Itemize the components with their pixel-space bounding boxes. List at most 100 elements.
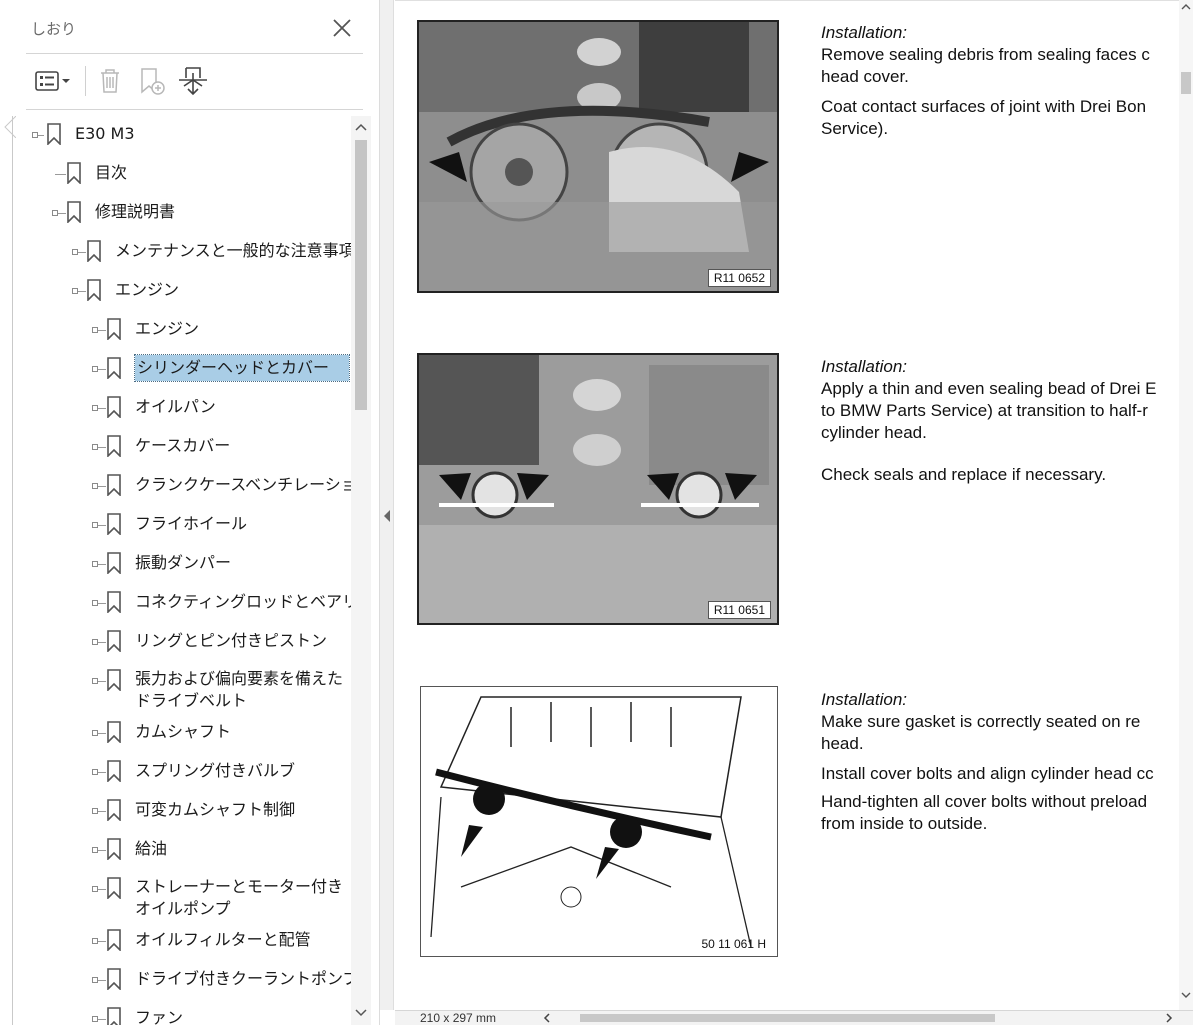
bookmark-icon [47,123,61,145]
bookmark-item[interactable]: 張力および偏向要素を備えたドライブベルト [13,669,352,714]
instruction-text: Install cover bolts and align cylinder h… [821,764,1154,783]
status-bar: 210 x 297 mm [395,1010,1193,1025]
bookmark-item[interactable]: 振動ダンパー [13,552,343,574]
bookmark-item-selected[interactable]: シリンダーヘッドとカバー [13,354,352,382]
bookmark-item[interactable]: フライホイール [13,513,343,535]
scroll-up-icon[interactable] [1181,2,1191,12]
bookmark-icon [107,318,121,340]
options-menu-button[interactable] [33,64,73,98]
bookmark-icon [87,279,101,301]
bookmark-item[interactable]: 目次 [13,162,343,184]
bookmark-item[interactable]: 給油 [13,838,343,860]
bookmark-icon [107,721,121,743]
panel-title: しおり [31,20,77,38]
toolbar-separator [26,53,363,54]
figure-label: 50 11 061 H [701,937,767,951]
scroll-right-icon[interactable] [1163,1012,1175,1024]
document-vertical-scrollbar[interactable] [1179,0,1193,1010]
bookmark-icon [107,968,121,990]
bookmark-item[interactable]: ファン [13,1007,343,1025]
instruction-block: Installation: Remove sealing debris from… [821,22,1179,148]
bookmark-item[interactable]: クランクケースベンチレーション [13,474,352,496]
scroll-down-icon[interactable] [354,1006,368,1020]
scrollbar-thumb[interactable] [355,140,367,410]
bookmark-search-icon [179,67,207,96]
panel-collapse-handle[interactable] [380,0,394,1010]
instruction-heading: Installation: [821,690,907,709]
bookmark-item[interactable]: スプリング付きバルブ [13,760,343,782]
instruction-heading: Installation: [821,357,907,376]
bookmarks-panel: しおり E30 M3 目次 修理説明書 メンテナンスと一般的な注意事項 エンジン… [0,0,380,1025]
bookmark-item[interactable]: ケースカバー [13,435,343,457]
bookmark-icon [107,669,121,691]
bookmark-item[interactable]: リングとピン付きピストン [13,630,343,652]
scrollbar-thumb[interactable] [1181,72,1191,94]
engine-photo-1 [419,22,777,291]
bookmark-item[interactable]: メンテナンスと一般的な注意事項 [13,240,352,262]
engine-photo-2 [419,355,777,623]
bookmark-item[interactable]: ドライブ付きクーラントポンプ [13,968,352,990]
collapse-left-icon [384,510,390,522]
instruction-text: Apply a thin and even sealing bead of Dr… [821,379,1157,442]
bookmark-icon [107,591,121,613]
bookmark-icon [107,357,121,379]
instruction-text: Check seals and replace if necessary. [821,465,1107,484]
bookmark-icon [107,929,121,951]
instruction-text: Make sure gasket is correctly seated on … [821,712,1141,753]
instruction-text: Remove sealing debris from sealing faces… [821,45,1150,86]
bookmark-icon [87,240,101,262]
bookmark-item[interactable]: エンジン [13,318,343,340]
bookmark-item[interactable]: カムシャフト [13,721,343,743]
bookmark-item[interactable]: オイルパン [13,396,343,418]
bookmark-scrollbar[interactable] [351,116,371,1025]
scroll-down-icon[interactable] [1181,990,1191,1000]
bookmark-item[interactable]: E30 M3 [13,123,343,145]
toolbar-separator [26,109,363,110]
close-icon [333,19,351,37]
bookmark-item[interactable]: 可変カムシャフト制御 [13,799,343,821]
instruction-text: Coat contact surfaces of joint with Drei… [821,97,1147,138]
bookmark-item[interactable]: ストレーナーとモーター付きオイルポンプ [13,877,352,922]
instruction-heading: Installation: [821,23,907,42]
bookmark-icon [107,838,121,860]
bookmark-item[interactable]: コネクティングロッドとベアリング [13,591,352,613]
trash-icon [101,69,119,93]
page-size-readout: 210 x 297 mm [420,1011,497,1025]
figure-engine-timing-chain: R11 0652 [417,20,779,293]
find-current-bookmark-button[interactable] [176,64,210,98]
bookmark-icon [67,162,81,184]
bookmark-item[interactable]: オイルフィルターと配管 [13,929,343,951]
new-bookmark-button[interactable] [137,64,167,98]
bookmark-icon [107,877,121,899]
bookmark-item[interactable]: 修理説明書 [13,201,343,223]
bookmark-icon [107,396,121,418]
list-options-icon [35,71,70,91]
engine-line-drawing [421,687,777,956]
toolbar-divider [85,66,86,96]
instruction-text: Hand-tighten all cover bolts without pre… [821,792,1148,833]
instruction-block: Installation: Make sure gasket is correc… [821,689,1179,843]
bookmark-icon [107,799,121,821]
bookmark-tree: E30 M3 目次 修理説明書 メンテナンスと一般的な注意事項 エンジン エンジ… [12,116,352,1025]
bookmark-icon [67,201,81,223]
document-view: R11 0652 Installation: Remove sealing de… [395,0,1179,1011]
bookmark-icon [107,552,121,574]
instruction-block: Installation: Apply a thin and even seal… [821,356,1179,494]
close-panel-button[interactable] [330,16,354,40]
bookmark-icon [107,513,121,535]
add-bookmark-icon [141,68,165,95]
scroll-up-icon[interactable] [354,120,368,134]
bookmark-item[interactable]: エンジン [13,279,343,301]
figure-gasket-drawing: 50 11 061 H [420,686,778,957]
bookmark-icon [107,474,121,496]
bookmark-icon [107,1007,121,1025]
figure-label: R11 0651 [707,601,771,619]
scroll-left-icon[interactable] [541,1012,553,1024]
bookmark-icon [107,630,121,652]
bookmark-icon [107,435,121,457]
delete-bookmark-button[interactable] [96,64,124,98]
figure-sealing-bead: R11 0651 [417,353,779,625]
bookmark-icon [107,760,121,782]
figure-label: R11 0652 [707,269,771,287]
horizontal-scrollbar-thumb[interactable] [580,1014,995,1022]
